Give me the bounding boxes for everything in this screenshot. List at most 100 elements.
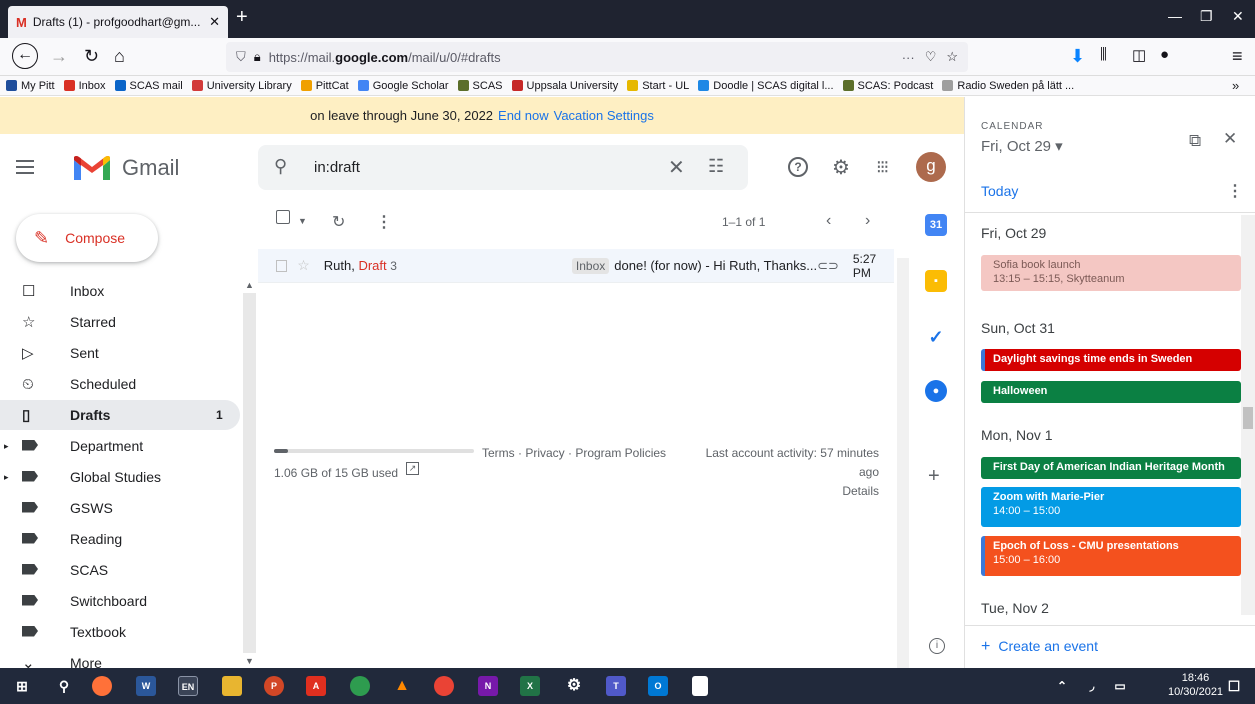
help-icon[interactable]: ? [788, 157, 808, 177]
calendar-event[interactable]: Halloween [981, 381, 1241, 403]
bookmark-item[interactable]: Start - UL [627, 80, 689, 92]
bookmark-star-icon[interactable]: ☆ [946, 49, 958, 65]
compose-button[interactable]: ✎ Compose [16, 214, 158, 262]
document-icon[interactable] [692, 676, 708, 696]
keep-addon-icon[interactable]: ▪ [925, 270, 947, 292]
search-icon[interactable]: ⚲ [274, 156, 287, 177]
sidebar-item-sent[interactable]: ▷ Sent [0, 338, 240, 368]
battery-icon[interactable]: ▭ [1110, 676, 1130, 696]
excel-icon[interactable]: X [520, 676, 540, 696]
settings-gear-icon[interactable]: ⚙ [832, 155, 850, 180]
reload-icon[interactable]: ↻ [84, 46, 99, 67]
main-scrollbar[interactable] [897, 258, 909, 668]
windows-start-icon[interactable]: ⊞ [12, 676, 32, 696]
sidebar-item-reading[interactable]: Reading [0, 524, 240, 554]
outlook-icon[interactable]: O [648, 676, 668, 696]
language-icon[interactable]: EN [178, 676, 198, 696]
today-button[interactable]: Today [981, 183, 1018, 199]
sidebar-item-scheduled[interactable]: ⏲ Scheduled [0, 369, 240, 399]
menu-icon[interactable]: ≡ [1232, 46, 1243, 67]
settings-icon[interactable]: ⚙ [564, 676, 584, 696]
download-icon[interactable]: ⬇ [1070, 46, 1085, 67]
calendar-event[interactable]: First Day of American Indian Heritage Mo… [981, 457, 1241, 479]
get-addons-icon[interactable]: + [928, 465, 940, 488]
sidebar-item-starred[interactable]: ☆ Starred [0, 307, 240, 337]
bookmarks-overflow-icon[interactable]: » [1232, 78, 1239, 93]
vacation-settings-link[interactable]: Vacation Settings [554, 108, 654, 123]
info-icon[interactable]: i [929, 638, 945, 654]
bookmark-item[interactable]: Inbox [63, 80, 106, 92]
inbox-badge[interactable]: Inbox [571, 257, 610, 274]
contacts-addon-icon[interactable]: ● [925, 380, 947, 402]
new-tab-button[interactable]: + [236, 6, 248, 29]
expand-arrow-icon[interactable]: ▸ [4, 441, 9, 452]
scroll-up-icon[interactable]: ▲ [245, 280, 254, 290]
sidebar-item-inbox[interactable]: ☐ Inbox [0, 276, 240, 306]
calendar-date-select[interactable]: Fri, Oct 29 ▾ [981, 137, 1063, 155]
library-icon[interactable]: ⫼ [1100, 46, 1107, 63]
app-icon[interactable] [350, 676, 370, 696]
prev-page-icon[interactable]: ‹ [826, 212, 831, 230]
sidebar-item-drafts[interactable]: ▯ Drafts 1 [0, 400, 240, 430]
browser-tab[interactable]: M Drafts (1) - profgoodhart@gm... ✕ [8, 6, 228, 38]
sidebar-item-more[interactable]: ⌄ More [0, 648, 240, 668]
teams-icon[interactable]: T [606, 676, 626, 696]
calendar-event[interactable]: Zoom with Marie-Pier 14:00 – 15:00 [981, 487, 1241, 527]
select-all-checkbox[interactable] [276, 210, 290, 224]
calendar-scrollbar[interactable] [1241, 215, 1255, 615]
word-icon[interactable]: W [136, 676, 156, 696]
vlc-icon[interactable]: ▲ [392, 676, 412, 696]
pocket-icon[interactable]: ♡ [925, 49, 937, 65]
search-icon[interactable]: ⚲ [54, 676, 74, 696]
main-menu-icon[interactable] [16, 160, 34, 174]
refresh-icon[interactable]: ↻ [332, 212, 345, 232]
details-link[interactable]: Details [695, 484, 879, 498]
search-input[interactable]: in:draft [314, 159, 360, 176]
sidebar-item-gsws[interactable]: GSWS [0, 493, 240, 523]
taskbar-clock[interactable]: 18:46 10/30/2021 [1168, 671, 1223, 699]
star-icon[interactable]: ☆ [297, 257, 310, 274]
bookmark-item[interactable]: PittCat [300, 80, 349, 92]
apps-grid-icon[interactable]: ⁝⁝⁝ [876, 157, 889, 178]
gmail-logo-icon[interactable] [72, 154, 112, 182]
bookmark-item[interactable]: SCAS mail [114, 80, 183, 92]
minimize-icon[interactable]: — [1168, 8, 1182, 24]
bookmark-item[interactable]: My Pitt [6, 80, 55, 92]
close-panel-icon[interactable]: ✕ [1223, 129, 1237, 149]
calendar-addon-icon[interactable]: 31 [925, 214, 947, 236]
notifications-icon[interactable]: ☐ [1224, 676, 1244, 696]
sidebar-item-switchboard[interactable]: Switchboard [0, 586, 240, 616]
calendar-event[interactable]: Epoch of Loss - CMU presentations 15:00 –… [981, 536, 1241, 576]
bookmark-item[interactable]: SCAS: Podcast [842, 80, 933, 92]
open-in-new-tab-icon[interactable]: ⧉ [1189, 131, 1201, 151]
sidebar-scrollbar[interactable] [243, 293, 256, 653]
more-actions-icon[interactable]: ⋮ [376, 212, 392, 232]
select-dropdown-icon[interactable]: ▼ [298, 216, 307, 226]
sidebar-item-global-studies[interactable]: ▸ Global Studies [0, 462, 240, 492]
bookmark-item[interactable]: University Library [191, 80, 292, 92]
sidebar-item-scas[interactable]: SCAS [0, 555, 240, 585]
bookmark-item[interactable]: Google Scholar [357, 80, 449, 92]
next-page-icon[interactable]: › [865, 212, 870, 230]
bookmark-item[interactable]: Doodle | SCAS digital l... [698, 80, 834, 92]
extension-icon[interactable]: ● [1160, 46, 1169, 63]
onenote-icon[interactable]: N [478, 676, 498, 696]
calendar-event[interactable]: Daylight savings time ends in Sweden [981, 349, 1241, 371]
sidebar-item-department[interactable]: ▸ Department [0, 431, 240, 461]
account-avatar[interactable]: g [916, 152, 946, 182]
close-window-icon[interactable]: ✕ [1232, 8, 1244, 25]
forward-icon[interactable]: → [50, 46, 68, 67]
file-explorer-icon[interactable] [222, 676, 242, 696]
row-checkbox[interactable] [276, 259, 288, 272]
close-tab-icon[interactable]: ✕ [209, 14, 220, 30]
page-actions-icon[interactable]: ··· [902, 50, 915, 65]
chrome-icon[interactable] [434, 676, 454, 696]
end-now-link[interactable]: End now [498, 108, 549, 123]
powerpoint-icon[interactable]: P [264, 676, 284, 696]
search-options-icon[interactable]: ☷ [708, 156, 724, 177]
sidebar-toggle-icon[interactable]: ◫ [1132, 46, 1146, 64]
bookmark-item[interactable]: Radio Sweden på lätt ... [942, 80, 1074, 92]
tasks-addon-icon[interactable]: ✓ [925, 326, 947, 348]
bookmark-item[interactable]: SCAS [457, 80, 503, 92]
scroll-down-icon[interactable]: ▼ [245, 656, 254, 666]
